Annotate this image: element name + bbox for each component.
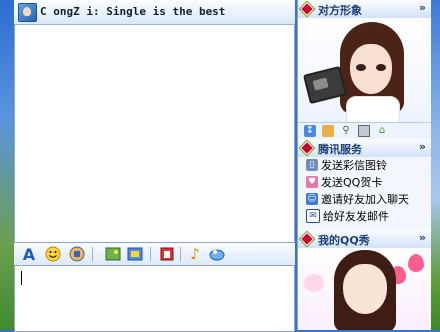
info-icon[interactable]: ↕ [304, 125, 316, 137]
portrait-body [346, 96, 400, 122]
service-link-mms[interactable]: ▯ 发送彩信图铃 [306, 157, 387, 173]
services-section-header[interactable]: 腾讯服务 » [298, 139, 431, 158]
mail-icon: ✉ [306, 209, 320, 223]
section-bullet-icon [299, 140, 315, 156]
chat-pane: C ongZ i: Single is the best A ♪ [14, 0, 295, 332]
folder-icon[interactable] [322, 125, 334, 137]
service-link-invite[interactable]: ☺ 邀请好友加入聊天 [306, 191, 409, 207]
qqshow-section-title: 我的QQ秀 [318, 234, 370, 247]
qqshow-face [343, 264, 387, 314]
text-caret [21, 271, 22, 285]
message-toolbar: A ♪ [14, 242, 295, 266]
quick-reply-icon[interactable] [208, 245, 226, 263]
side-panel: 对方形象 » ↕ ⚲ ⌂ 腾讯服务 » ▯ 发送彩信图铃 ♥ 发送QQ贺卡 ☺ … [297, 0, 431, 330]
history-icon[interactable] [158, 245, 176, 263]
avatar-section-title: 对方形象 [318, 4, 362, 17]
font-icon[interactable]: A [20, 245, 38, 264]
avatar-actions: ↕ ⚲ ⌂ [298, 122, 431, 140]
chat-title: C ongZ i: Single is the best [40, 5, 226, 18]
music-icon[interactable]: ♪ [186, 245, 204, 263]
expand-icon[interactable]: » [419, 140, 426, 153]
smiley-icon[interactable] [44, 245, 62, 263]
desktop-background-left [0, 0, 14, 330]
desktop-background-right [430, 0, 440, 330]
send-image-icon[interactable] [104, 245, 122, 263]
invite-friends-icon: ☺ [306, 193, 318, 205]
expand-icon[interactable]: » [419, 1, 426, 14]
service-link-card[interactable]: ♥ 发送QQ贺卡 [306, 174, 382, 190]
avatar-section-header[interactable]: 对方形象 » [298, 0, 431, 19]
expand-icon[interactable]: » [419, 231, 426, 244]
portrait-eye [376, 64, 386, 71]
camera-icon[interactable] [358, 125, 370, 137]
service-label: 发送QQ贺卡 [321, 176, 383, 189]
services-list: ▯ 发送彩信图铃 ♥ 发送QQ贺卡 ☺ 邀请好友加入聊天 ✉ 给好友发邮件 [298, 157, 431, 230]
service-link-mail[interactable]: ✉ 给好友发邮件 [306, 208, 389, 224]
strawberry-decoration [408, 254, 424, 272]
tool-icon[interactable]: ⚲ [340, 125, 352, 137]
toolbar-separator [180, 247, 181, 261]
home-icon[interactable]: ⌂ [376, 125, 388, 137]
message-input[interactable] [14, 265, 295, 332]
section-bullet-icon [299, 231, 315, 247]
message-history[interactable] [14, 25, 295, 243]
service-label: 给好友发邮件 [323, 210, 389, 223]
screenshot-icon[interactable] [126, 245, 144, 263]
qqshow-section-header[interactable]: 我的QQ秀 » [298, 230, 431, 249]
chat-header: C ongZ i: Single is the best [14, 0, 295, 25]
service-label: 邀请好友加入聊天 [321, 193, 409, 206]
toolbar-separator [150, 247, 151, 261]
magic-emoticon-icon[interactable] [68, 245, 86, 263]
bunny-decoration [304, 274, 324, 292]
section-bullet-icon [299, 1, 315, 17]
contact-avatar-icon[interactable] [18, 3, 37, 22]
portrait-eye [356, 64, 366, 71]
contact-portrait[interactable] [298, 18, 431, 122]
toolbar-separator [92, 247, 93, 261]
my-qqshow[interactable] [298, 248, 431, 330]
greeting-card-icon: ♥ [306, 176, 318, 188]
phone-icon: ▯ [306, 159, 318, 171]
service-label: 发送彩信图铃 [321, 159, 387, 172]
services-section-title: 腾讯服务 [318, 143, 362, 156]
